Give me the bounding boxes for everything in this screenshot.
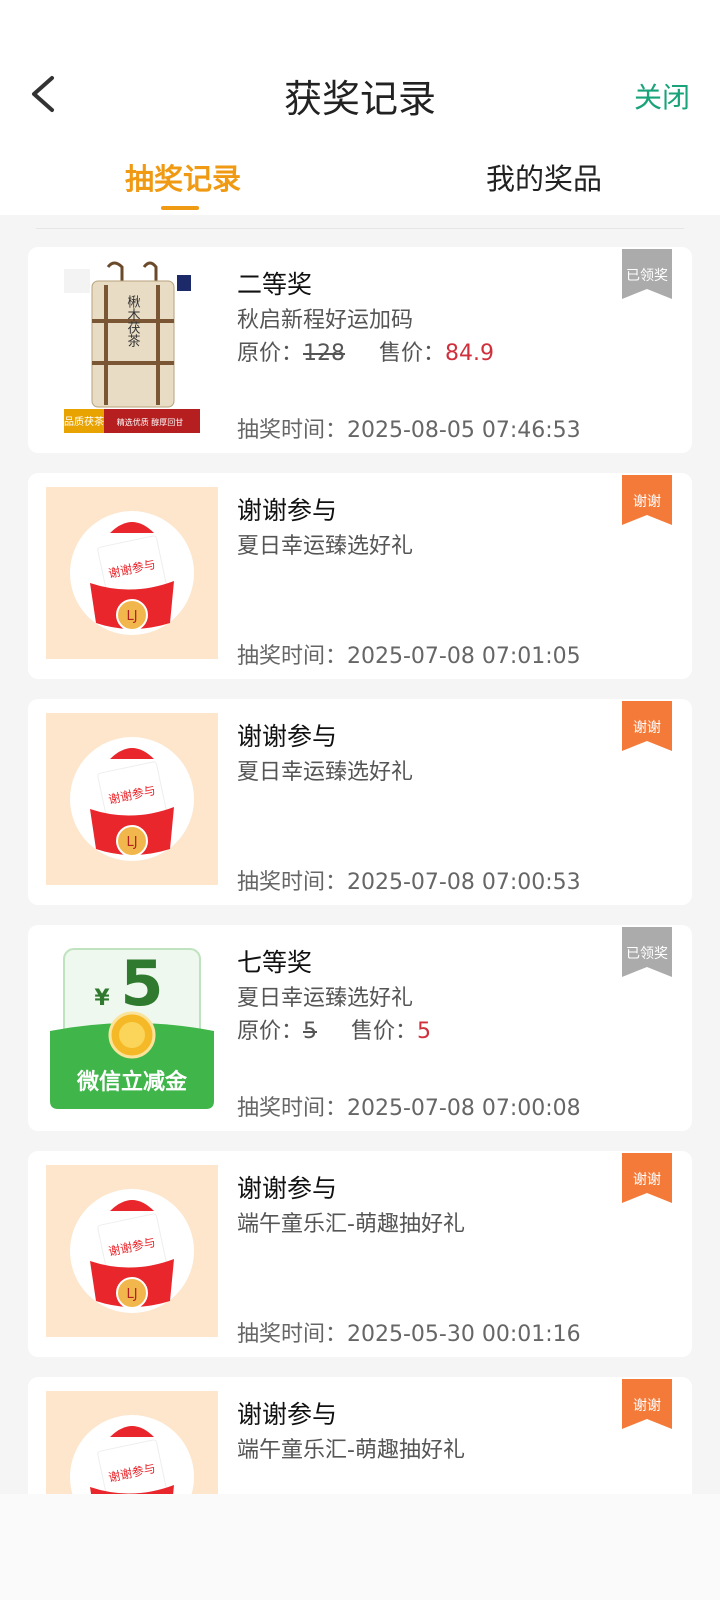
tab-draw-records[interactable]: 抽奖记录: [125, 156, 241, 198]
campaign-name: 夏日幸运臻选好礼: [237, 986, 414, 1011]
campaign-name: 端午童乐汇-萌趣抽好礼: [237, 1212, 465, 1237]
original-price: 128: [303, 341, 346, 366]
campaign-name: 端午童乐汇-萌趣抽好礼: [237, 1438, 465, 1463]
price-row: 原价：5 售价：5: [237, 1013, 431, 1045]
coupon-caption: 微信立减金: [76, 1069, 188, 1095]
record-card[interactable]: 谢谢参与 LJ 谢谢参与 夏日幸运臻选好礼 抽奖时间：2025-07-08 07…: [28, 699, 692, 905]
sale-price: 5: [417, 1019, 432, 1044]
page-title: 获奖记录: [283, 77, 436, 121]
original-price-label: 原价：: [237, 1019, 304, 1044]
record-card[interactable]: 谢谢参与 LJ 谢谢参与 夏日幸运臻选好礼 抽奖时间：2025-07-08 07…: [28, 473, 692, 679]
original-price-label: 原价：: [237, 341, 304, 366]
draw-time: 抽奖时间：2025-07-08 07:01:05: [237, 644, 581, 669]
envelope-logo-text: LJ: [126, 609, 137, 624]
sale-price-label: 售价：: [351, 1019, 418, 1044]
status-badge: 谢谢: [622, 1153, 672, 1203]
envelope-logo-text: LJ: [126, 1287, 137, 1302]
draw-time: 抽奖时间：2025-08-05 07:46:53: [237, 418, 581, 443]
status-badge: 谢谢: [622, 701, 672, 751]
active-tab-indicator: [161, 206, 199, 210]
draw-time: 抽奖时间：2025-07-08 07:00:08: [237, 1096, 581, 1121]
tea-package-image: 楸木茯茶 品质茯茶 精选优质 醇厚回甘: [46, 261, 218, 433]
top-bar: 获奖记录 关闭 抽奖记录 我的奖品: [0, 0, 720, 215]
status-badge: 谢谢: [622, 475, 672, 525]
prize-name: 谢谢参与: [237, 1174, 338, 1203]
coupon-currency: ¥: [94, 986, 110, 1011]
record-card[interactable]: 谢谢参与 LJ 谢谢参与 端午童乐汇-萌趣抽好礼 抽奖时间：2025-05-30…: [28, 1151, 692, 1357]
close-button[interactable]: 关闭: [634, 76, 690, 116]
draw-time: 抽奖时间：2025-05-30 00:01:16: [237, 1322, 581, 1347]
tab-my-prizes[interactable]: 我的奖品: [486, 156, 602, 198]
record-card[interactable]: 楸木茯茶 品质茯茶 精选优质 醇厚回甘 二等奖 秋启新程好运加码 原价：128 售…: [28, 247, 692, 453]
status-badge: 已领奖: [622, 927, 672, 977]
campaign-name: 夏日幸运臻选好礼: [237, 760, 414, 785]
status-badge: 已领奖: [622, 249, 672, 299]
status-badge: 谢谢: [622, 1379, 672, 1429]
envelope-logo-text: LJ: [126, 835, 137, 850]
price-row: 原价：128 售价：84.9: [237, 335, 494, 367]
thanks-envelope-image: 谢谢参与 LJ: [46, 713, 218, 885]
thanks-envelope-image: 谢谢参与 LJ: [46, 1165, 218, 1337]
prize-name: 谢谢参与: [237, 1400, 338, 1429]
thanks-envelope-image: 谢谢参与 LJ: [46, 487, 218, 659]
wechat-coupon-image: ¥ 5 微信立减金: [46, 939, 218, 1111]
tea-banner-text: 品质茯茶: [64, 415, 104, 428]
sale-price-label: 售价：: [379, 341, 446, 366]
prize-name: 七等奖: [237, 948, 313, 977]
record-card[interactable]: ¥ 5 微信立减金 七等奖 夏日幸运臻选好礼 原价：5 售价：5 抽奖时间：202…: [28, 925, 692, 1131]
tea-banner-subtext: 精选优质 醇厚回甘: [117, 417, 184, 427]
tea-package-vertical-text: 楸木茯茶: [125, 294, 141, 347]
campaign-name: 夏日幸运臻选好礼: [237, 534, 414, 559]
prize-name: 二等奖: [237, 270, 313, 299]
original-price: 5: [303, 1019, 318, 1044]
campaign-name: 秋启新程好运加码: [237, 308, 414, 333]
bottom-area: [0, 1494, 720, 1600]
prize-name: 谢谢参与: [237, 722, 338, 751]
sale-price: 84.9: [445, 341, 495, 366]
coupon-amount: 5: [120, 947, 163, 1020]
divider: [36, 228, 684, 229]
prize-name: 谢谢参与: [237, 496, 338, 525]
draw-time: 抽奖时间：2025-07-08 07:00:53: [237, 870, 581, 895]
